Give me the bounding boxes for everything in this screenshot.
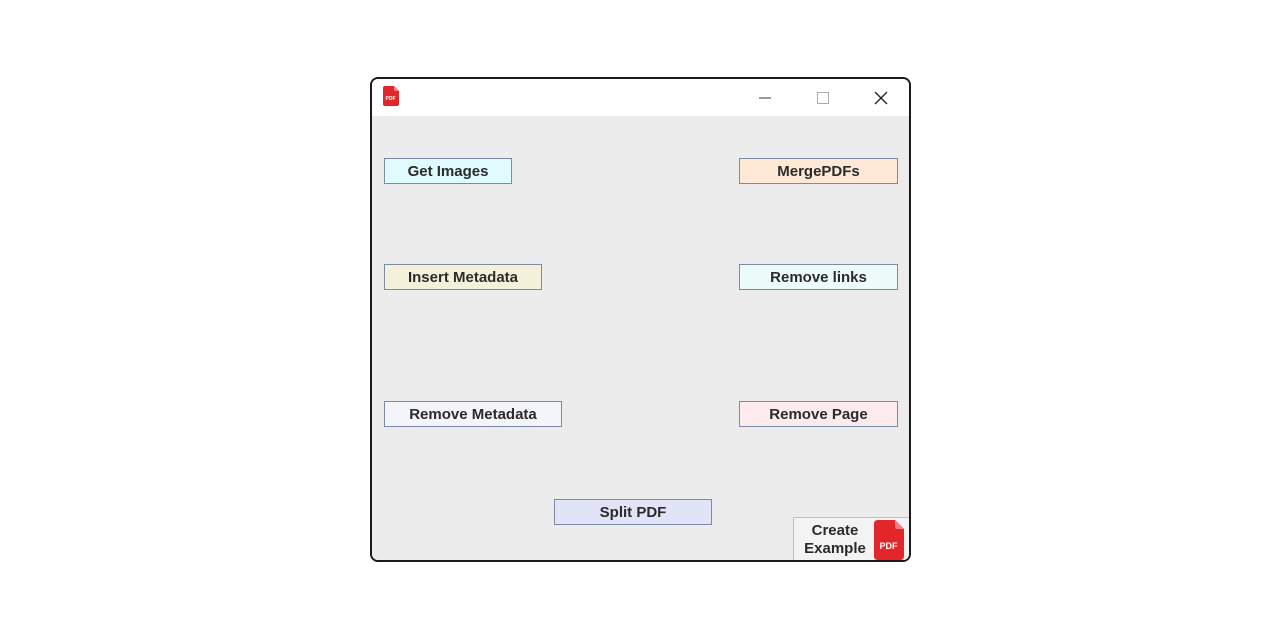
minimize-button[interactable] [742, 79, 788, 116]
maximize-button[interactable] [800, 79, 846, 116]
merge-pdfs-button[interactable]: MergePDFs [739, 158, 898, 184]
create-example-label: Create Example [800, 522, 870, 558]
maximize-icon [817, 91, 829, 104]
create-example-line1: Create [811, 522, 859, 539]
pdf-file-icon: PDF [383, 86, 399, 106]
remove-metadata-button[interactable]: Remove Metadata [384, 401, 562, 427]
close-icon [874, 91, 888, 104]
svg-text:PDF: PDF [880, 541, 899, 551]
title-bar: PDF [372, 79, 909, 116]
split-pdf-button[interactable]: Split PDF [554, 499, 712, 525]
create-example-line2: Example [804, 540, 866, 557]
close-button[interactable] [858, 79, 904, 116]
insert-metadata-button[interactable]: Insert Metadata [384, 264, 542, 290]
main-panel: Get Images MergePDFs Insert Metadata Rem… [372, 116, 909, 560]
pdf-file-icon: PDF [874, 520, 904, 560]
remove-page-button[interactable]: Remove Page [739, 401, 898, 427]
minimize-icon [759, 97, 771, 98]
create-example-button[interactable]: Create Example PDF [793, 517, 909, 560]
app-window: PDF Get Images MergePDFs Insert Metadata… [370, 77, 911, 562]
get-images-button[interactable]: Get Images [384, 158, 512, 184]
svg-text:PDF: PDF [386, 96, 396, 102]
remove-links-button[interactable]: Remove links [739, 264, 898, 290]
